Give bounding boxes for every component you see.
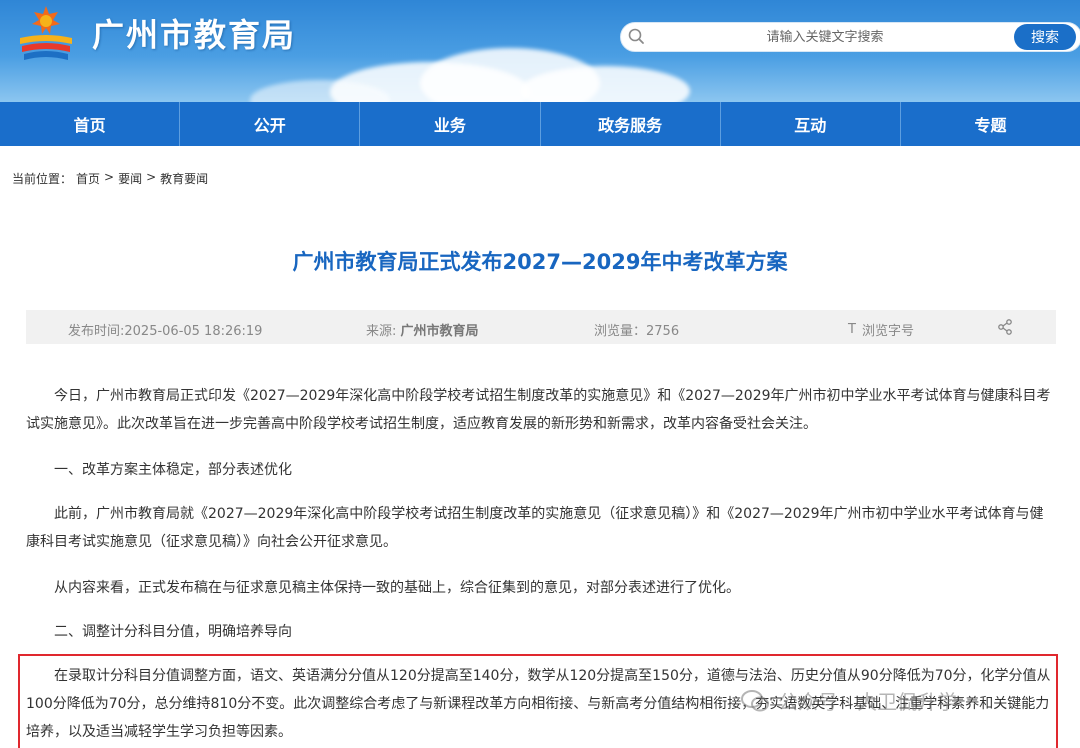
font-size-label[interactable]: 浏览字号 — [862, 320, 914, 339]
view-count: 浏览量：2756 — [594, 324, 680, 339]
watermark: 公众号 · 大卫侃升学 — [740, 686, 957, 715]
article-title: 广州市教育局正式发布2027—2029年中考改革方案 — [292, 250, 788, 274]
search-input[interactable] — [650, 24, 1000, 50]
main-nav: 首页 公开 业务 政务服务 互动 专题 — [0, 102, 1080, 146]
nav-item-business[interactable]: 业务 — [360, 102, 541, 146]
breadcrumb-label: 当前位置： — [12, 172, 73, 186]
publish-time: 发布时间:2025-06-05 18:26:19 — [68, 324, 263, 339]
search-button[interactable]: 搜索 — [1014, 24, 1076, 50]
breadcrumb-separator: > — [104, 170, 115, 184]
site-title[interactable]: 广州市教育局 — [92, 10, 296, 56]
nav-item-topics[interactable]: 专题 — [901, 102, 1080, 146]
font-size-icon[interactable]: T — [848, 322, 856, 337]
breadcrumb-link-news[interactable]: 要闻 — [118, 170, 142, 187]
search-icon — [628, 28, 644, 44]
nav-item-public[interactable]: 公开 — [180, 102, 361, 146]
article-paragraph: 此前，广州市教育局就《2027—2029年深化高中阶段学校考试招生制度改革的实施… — [26, 506, 1044, 550]
source-label: 来源: — [366, 324, 401, 339]
nav-item-interaction[interactable]: 互动 — [721, 102, 901, 146]
article-paragraph: 从内容来看，正式发布稿在与征求意见稿主体保持一致的基础上，综合征集到的意见，对部… — [54, 580, 740, 596]
breadcrumb-link-home[interactable]: 首页 — [76, 170, 100, 187]
article-paragraph: 今日，广州市教育局正式印发《2027—2029年深化高中阶段学校考试招生制度改革… — [26, 388, 1051, 432]
article-section-heading: 二、调整计分科目分值，明确培养导向 — [54, 624, 292, 640]
nav-item-home[interactable]: 首页 — [0, 102, 181, 146]
font-size-control[interactable]: T 浏览字号 — [848, 320, 914, 339]
breadcrumb-separator: > — [146, 170, 157, 184]
share-icon[interactable] — [996, 318, 1014, 336]
breadcrumb: 当前位置： 首页 > 要闻 > 教育要闻 — [12, 170, 208, 187]
nav-item-government-services[interactable]: 政务服务 — [541, 102, 721, 146]
source-value: 广州市教育局 — [400, 324, 479, 339]
breadcrumb-link-education-news[interactable]: 教育要闻 — [160, 170, 208, 187]
wechat-icon — [741, 689, 769, 711]
article-section-heading: 一、改革方案主体稳定，部分表述优化 — [54, 462, 292, 478]
source: 来源: 广州市教育局 — [366, 320, 479, 339]
article-meta-bar: 发布时间:2025-06-05 18:26:19 来源: 广州市教育局 浏览量：… — [26, 310, 1056, 344]
education-bureau-logo[interactable] — [14, 4, 78, 64]
watermark-text: 公众号 · 大卫侃升学 — [778, 690, 958, 714]
